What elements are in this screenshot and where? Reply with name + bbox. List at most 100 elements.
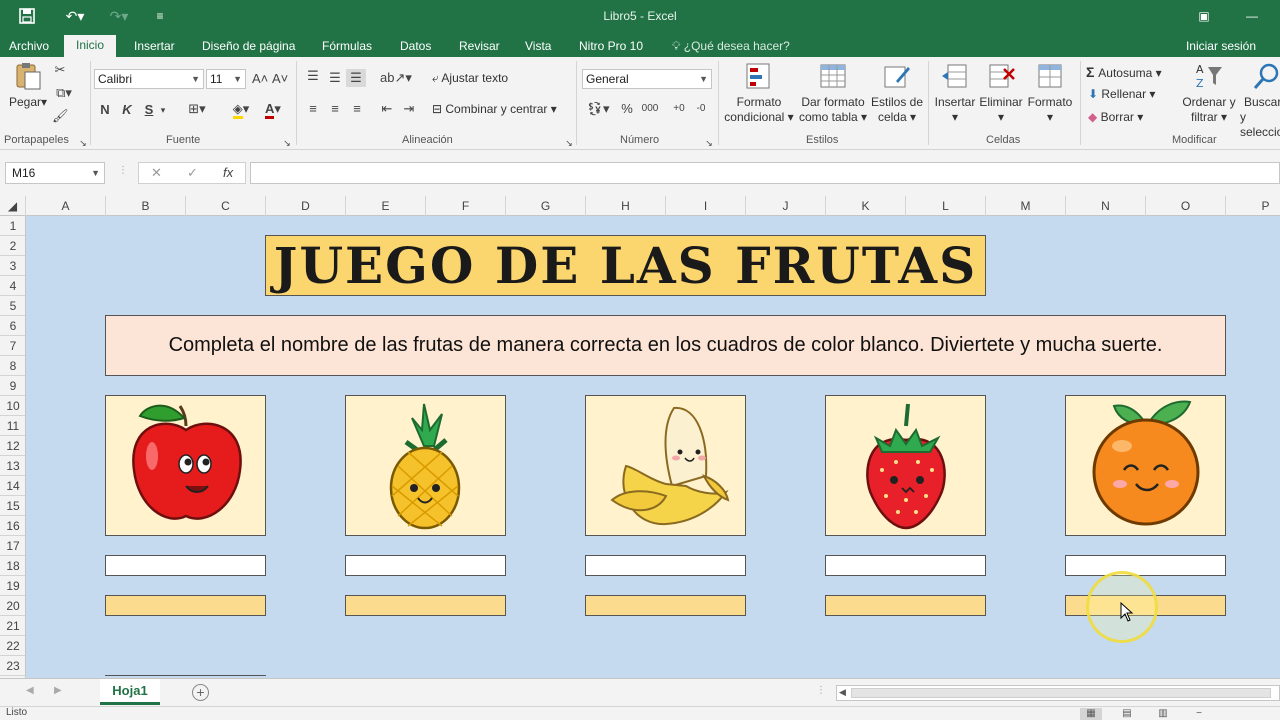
result-box-banana[interactable] [585,595,746,616]
thousands-button[interactable]: 000 [640,100,660,118]
column-header-e[interactable]: E [346,196,426,216]
result-box-apple[interactable] [105,595,266,616]
row-header-11[interactable]: 11 [0,416,25,436]
align-right-icon[interactable]: ≡ [348,100,366,118]
row-header-10[interactable]: 10 [0,396,25,416]
fill-button[interactable]: ⬇ Rellenar ▾ [1088,87,1155,101]
tell-me-box[interactable]: 💡︎ ¿Qué desea hacer? [672,39,790,54]
worksheet[interactable]: JUEGO DE LAS FRUTAS Completa el nombre d… [26,216,1280,678]
bold-button[interactable]: N [98,101,112,119]
normal-view-icon[interactable]: ▦ [1080,708,1102,720]
column-header-p[interactable]: P [1226,196,1280,216]
column-header-i[interactable]: I [666,196,746,216]
column-header-c[interactable]: C [186,196,266,216]
align-middle-icon[interactable]: ☰ [326,69,344,87]
decrease-indent-icon[interactable]: ⇤ [378,100,396,118]
currency-icon[interactable]: 💱︎▾ [584,100,612,118]
insert-cells-button[interactable]: Insertar ▾ [932,61,978,125]
formula-input[interactable] [250,162,1280,184]
tab-nitro[interactable]: Nitro Pro 10 [579,37,643,57]
row-header-15[interactable]: 15 [0,496,25,516]
delete-cells-button[interactable]: Eliminar ▾ [978,61,1024,125]
column-header-j[interactable]: J [746,196,826,216]
add-sheet-button[interactable]: + [192,684,209,701]
underline-button[interactable]: S [142,101,156,119]
cell-styles-button[interactable]: Estilos de celda ▾ [870,61,924,125]
answer-box-banana[interactable] [585,555,746,576]
font-name-combo[interactable]: Calibri ▼ [94,69,204,89]
select-all-corner[interactable]: ◢ [0,196,26,216]
result-box-strawberry[interactable] [825,595,986,616]
column-header-d[interactable]: D [266,196,346,216]
find-select-button[interactable]: Buscar yseleccionar [1240,61,1280,140]
column-header-h[interactable]: H [586,196,666,216]
align-left-icon[interactable]: ≡ [304,100,322,118]
column-header-m[interactable]: M [986,196,1066,216]
row-header-7[interactable]: 7 [0,336,25,356]
increase-indent-icon[interactable]: ⇥ [400,100,418,118]
row-header-8[interactable]: 8 [0,356,25,376]
tab-vista[interactable]: Vista [525,37,551,57]
tab-archivo[interactable]: Archivo [9,37,49,57]
font-color-icon[interactable]: A▾ [258,100,288,119]
cut-icon[interactable]: ✂ [52,61,68,79]
row-header-5[interactable]: 5 [0,296,25,316]
paste-button[interactable]: Pegar▾ [8,61,48,110]
italic-button[interactable]: K [120,101,134,119]
fill-color-icon[interactable]: ◈▾ [226,100,256,119]
clear-button[interactable]: ◆ Borrar ▾ [1088,110,1143,124]
answer-box-apple[interactable] [105,555,266,576]
next-sheet-icon[interactable]: ▶ [54,685,62,696]
font-size-combo[interactable]: 11 ▼ [206,69,246,89]
name-box[interactable]: M16 ▼ [5,162,105,184]
column-header-l[interactable]: L [906,196,986,216]
scroll-thumb[interactable] [851,688,1271,698]
column-header-a[interactable]: A [26,196,106,216]
column-header-b[interactable]: B [106,196,186,216]
page-layout-view-icon[interactable]: ▤ [1116,708,1138,720]
row-header-13[interactable]: 13 [0,456,25,476]
row-header-22[interactable]: 22 [0,636,25,656]
row-header-9[interactable]: 9 [0,376,25,396]
align-top-icon[interactable]: ☰ [304,67,322,85]
answer-box-orange[interactable] [1065,555,1226,576]
autosum-button[interactable]: Σ Autosuma ▾ [1086,64,1162,80]
column-header-n[interactable]: N [1066,196,1146,216]
row-header-21[interactable]: 21 [0,616,25,636]
horizontal-scrollbar[interactable]: ◀ [836,685,1280,701]
merge-center-button[interactable]: ⊟ Combinar y centrar ▾ [432,102,557,116]
column-header-f[interactable]: F [426,196,506,216]
orientation-icon[interactable]: ab↗▾ [380,69,412,87]
zoom-out-icon[interactable]: − [1188,708,1210,720]
minimize-icon[interactable]: — [1240,6,1264,26]
align-center-icon[interactable]: ≡ [326,100,344,118]
row-header-12[interactable]: 12 [0,436,25,456]
conditional-format-button[interactable]: Formato condicional ▾ [722,61,796,125]
increase-decimal-icon[interactable]: +0 [670,100,688,118]
row-header-18[interactable]: 18 [0,556,25,576]
row-header-3[interactable]: 3 [0,256,25,276]
row-header-17[interactable]: 17 [0,536,25,556]
answer-box-strawberry[interactable] [825,555,986,576]
copy-icon[interactable]: ⧉▾ [52,84,76,102]
column-header-o[interactable]: O [1146,196,1226,216]
scroll-left-icon[interactable]: ◀ [839,687,846,698]
column-header-k[interactable]: K [826,196,906,216]
sheet-tab-hoja1[interactable]: Hoja1 [100,679,160,705]
answer-box-pineapple[interactable] [345,555,506,576]
wrap-text-button[interactable]: ⤶ Ajustar texto [432,71,508,86]
row-header-23[interactable]: 23 [0,656,25,676]
decrease-font-icon[interactable]: A˅ [272,70,288,88]
decrease-decimal-icon[interactable]: -0 [692,100,710,118]
row-header-1[interactable]: 1 [0,216,25,236]
increase-font-icon[interactable]: A˄ [252,70,268,88]
insert-function-icon[interactable]: fx [223,163,233,183]
row-header-16[interactable]: 16 [0,516,25,536]
tab-splitter-icon[interactable]: ⋮ [816,685,826,696]
tab-inicio[interactable]: Inicio [64,35,117,57]
prev-sheet-icon[interactable]: ◀ [26,685,34,696]
column-header-g[interactable]: G [506,196,586,216]
underline-dropdown-icon[interactable]: ▾ [158,101,168,119]
tab-diseno-pagina[interactable]: Diseño de página [202,37,295,57]
format-painter-icon[interactable]: 🖌︎ [52,107,69,125]
